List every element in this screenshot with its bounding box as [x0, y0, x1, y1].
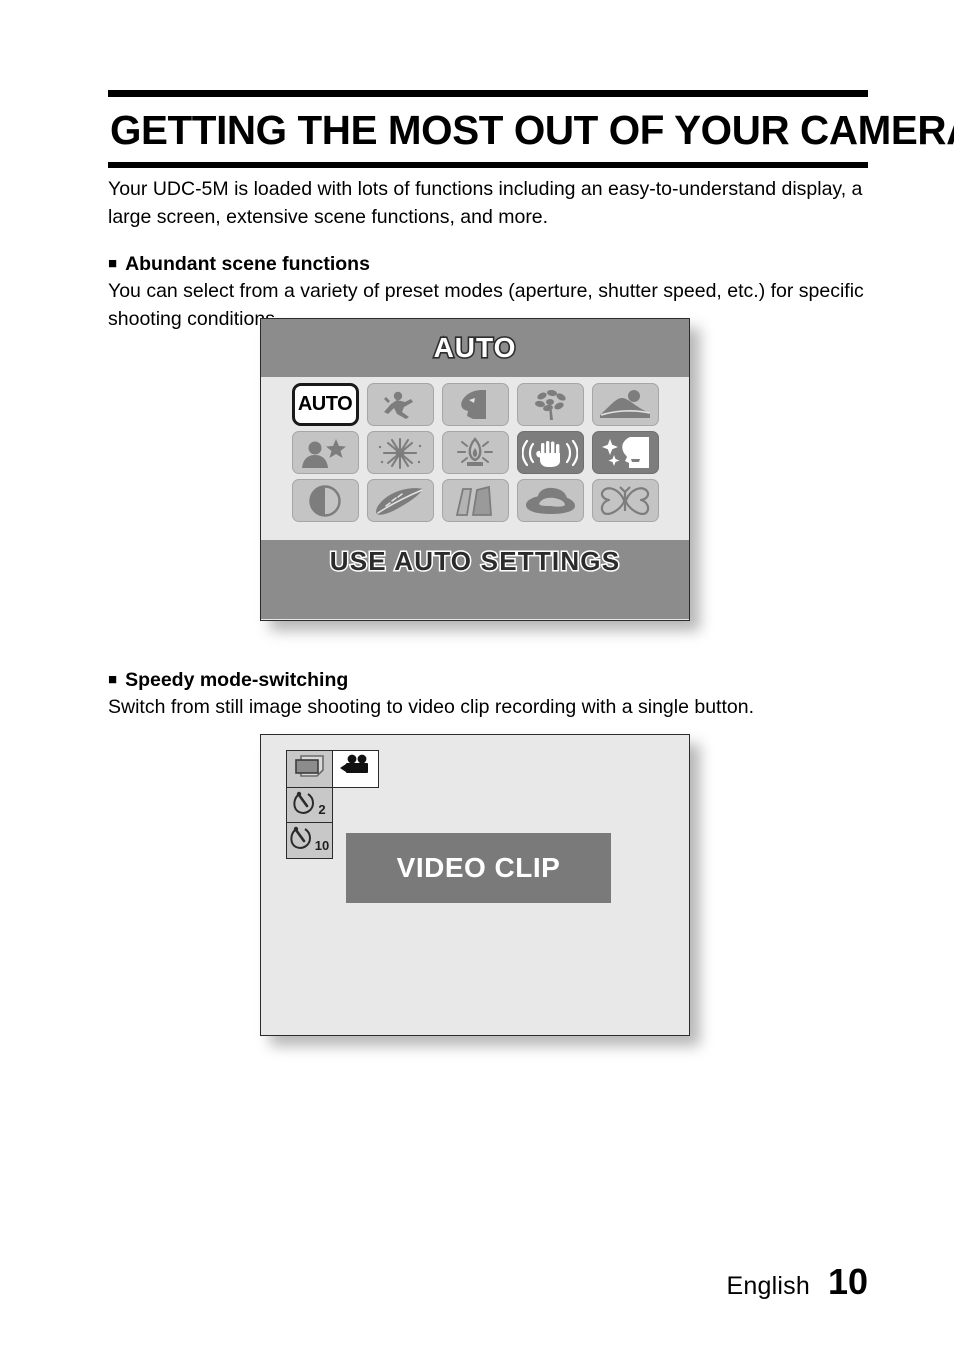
still-image-icon	[293, 754, 327, 783]
scene-tile-beach-hat[interactable]	[516, 479, 584, 522]
video-clip-banner: VIDEO CLIP	[346, 833, 611, 903]
scene-icon-grid: AUTO	[261, 377, 689, 540]
scene-tile-lamp-night-scene[interactable]	[441, 431, 509, 474]
video-clip-banner-text: VIDEO CLIP	[396, 852, 561, 883]
scene-tile-portrait[interactable]	[441, 383, 509, 426]
scene-tile-landscape[interactable]	[591, 383, 659, 426]
scene-tile-night-portrait[interactable]	[291, 431, 359, 474]
portrait-face-icon	[452, 389, 498, 420]
video-clip-screen-illustration: 2 10 VIDEO CLIP	[260, 734, 700, 1046]
scene-screen-footer-text: USE AUTO SETTINGS	[328, 545, 621, 578]
self-timer-10s-value: 10	[314, 837, 330, 853]
image-stabilizer-hand-icon	[522, 438, 578, 468]
butterfly-icon	[599, 485, 651, 516]
self-timer-icon	[290, 825, 314, 855]
still-image-mode-button[interactable]	[286, 749, 333, 788]
scene-tile-contrast[interactable]	[291, 479, 359, 522]
video-clip-mode-button[interactable]	[331, 749, 379, 788]
video-camera-icon	[338, 754, 372, 783]
scene-icon-row	[261, 431, 689, 474]
scene-icon-row: AUTO	[261, 383, 689, 426]
self-timer-icon	[293, 790, 317, 820]
landscape-icon	[598, 388, 652, 421]
contrast-circle-icon	[308, 484, 342, 518]
scene-tile-butterfly[interactable]	[591, 479, 659, 522]
scene-tile-leaf[interactable]	[366, 479, 434, 522]
self-timer-2s-value: 2	[318, 802, 326, 817]
fireworks-icon	[375, 437, 425, 469]
scene-screen-title: AUTO	[432, 330, 517, 364]
intro-paragraph-block: Your UDC-5M is loaded with lots of funct…	[108, 176, 876, 231]
auto-label: AUTO	[297, 393, 353, 415]
scene-icon-row	[261, 479, 689, 522]
video-clip-screen: 2 10 VIDEO CLIP	[260, 734, 690, 1036]
scene-tile-pages-shutter[interactable]	[441, 479, 509, 522]
flower-icon	[528, 389, 572, 421]
scene-mode-screen-illustration: AUTO AUTO USE AUTO SETTINGS	[260, 318, 700, 631]
section-heading-1: Abundant scene functions	[108, 250, 876, 278]
capture-mode-row	[286, 749, 379, 788]
leaf-icon	[374, 486, 426, 516]
beach-hat-icon	[523, 486, 577, 516]
mode-selector-column: 2 10	[286, 749, 379, 859]
scene-tile-sparkle-face[interactable]	[591, 431, 659, 474]
self-timer-10s-button[interactable]: 10	[286, 821, 333, 859]
footer-page-number: 10	[827, 1261, 868, 1302]
night-portrait-star-icon	[300, 437, 350, 468]
section-body-2: Switch from still image shooting to vide…	[108, 696, 754, 718]
intro-paragraph: Your UDC-5M is loaded with lots of funct…	[108, 178, 863, 228]
document-page: GETTING THE MOST OUT OF YOUR CAMERA Your…	[0, 0, 954, 1345]
header-rule-bottom	[108, 162, 868, 168]
section-heading-2: Speedy mode-switching	[108, 666, 876, 694]
scene-tile-flower-macro[interactable]	[516, 383, 584, 426]
page-title: GETTING THE MOST OUT OF YOUR CAMERA	[109, 107, 954, 153]
header-rule-top	[108, 90, 868, 97]
self-timer-2s-button[interactable]: 2	[286, 786, 333, 823]
sports-icon	[378, 390, 422, 420]
page-footer: English 10	[727, 1261, 868, 1303]
scene-tile-auto[interactable]: AUTO	[291, 383, 359, 426]
sparkle-face-icon	[599, 437, 651, 468]
scene-tile-image-stabilizer[interactable]	[516, 431, 584, 474]
lamp-icon	[450, 436, 500, 469]
scene-screen-title-band: AUTO	[261, 319, 689, 377]
scene-screen: AUTO AUTO USE AUTO SETTINGS	[260, 318, 690, 621]
page-header: GETTING THE MOST OUT OF YOUR CAMERA	[108, 90, 954, 168]
pages-icon	[451, 485, 499, 516]
section-speedy-mode-switching: Speedy mode-switching Switch from still …	[108, 666, 876, 722]
scene-tile-fireworks[interactable]	[366, 431, 434, 474]
scene-tile-sports[interactable]	[366, 383, 434, 426]
footer-language: English	[726, 1272, 810, 1300]
scene-screen-footer-band: USE AUTO SETTINGS	[261, 540, 689, 619]
